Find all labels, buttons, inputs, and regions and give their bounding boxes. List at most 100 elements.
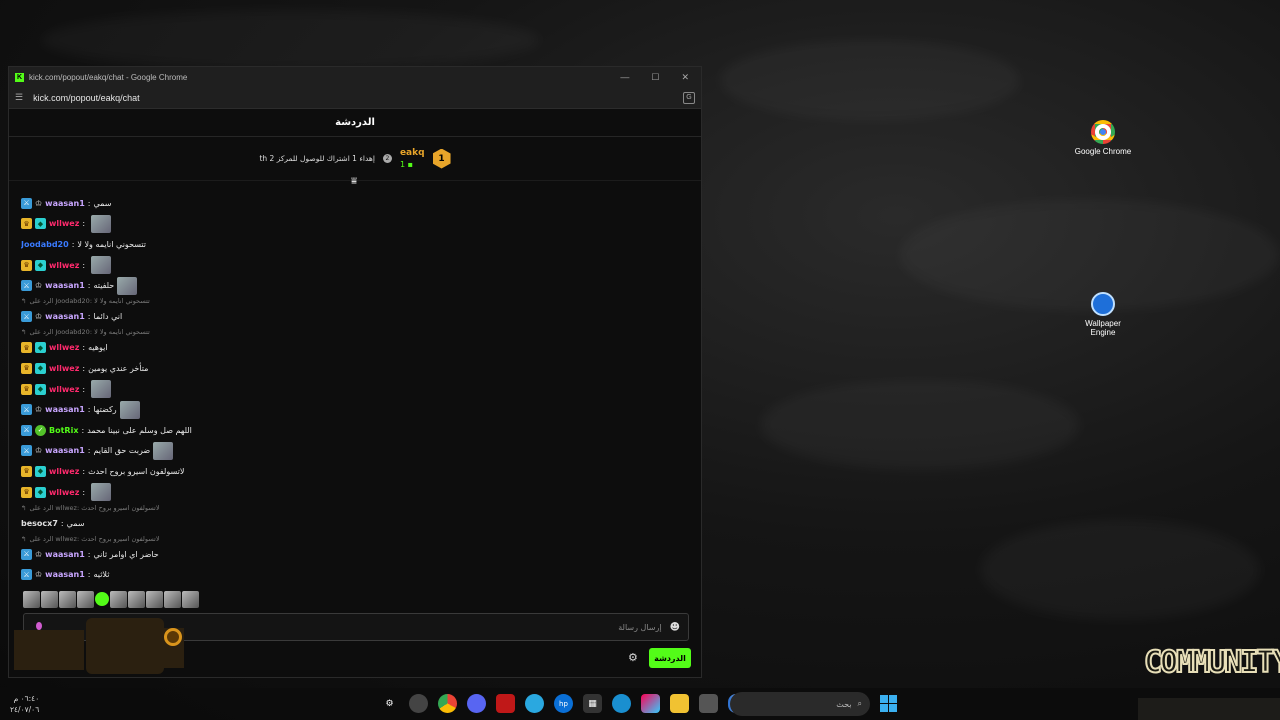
emote-icon[interactable] bbox=[110, 591, 127, 608]
github-desktop-icon[interactable] bbox=[409, 694, 428, 713]
hp-icon[interactable]: hp bbox=[554, 694, 573, 713]
chat-messages: ⚔ ♔ waasan1: سمي ♛ ◆ wllwez: Joodabd20: تتسحوني … bbox=[21, 193, 691, 589]
collapse-icon[interactable]: ⩸ bbox=[351, 176, 357, 187]
crown-badge-icon[interactable]: ♛ bbox=[21, 486, 32, 498]
sub-badge-icon[interactable]: ◆ bbox=[35, 465, 46, 477]
settings-icon[interactable]: ⚙ bbox=[380, 694, 399, 713]
mod-badge-icon[interactable]: ⚔ bbox=[21, 197, 32, 209]
chat-emote bbox=[119, 400, 140, 419]
chat-message: ⚔ ♔ waasan1: اني دائما bbox=[21, 306, 691, 327]
emote-icon[interactable] bbox=[59, 591, 76, 608]
separator: : bbox=[82, 260, 86, 270]
sub-badge-icon[interactable]: ◆ bbox=[35, 486, 46, 498]
chat-username[interactable]: waasan1 bbox=[45, 550, 85, 559]
site-settings-icon[interactable]: ☰ bbox=[15, 92, 23, 103]
chat-username[interactable]: waasan1 bbox=[45, 446, 85, 455]
chat-username[interactable]: wllwez bbox=[49, 219, 79, 228]
copilot-icon[interactable] bbox=[641, 694, 660, 713]
reply-text: الرد على wllwez: لاتسولفون اسيرو بروح اح… bbox=[29, 503, 160, 512]
chat-message-text: سمي bbox=[93, 198, 112, 208]
mod-badge-icon[interactable]: ⚔ bbox=[21, 569, 32, 581]
crown-badge-icon[interactable]: ♛ bbox=[21, 383, 32, 395]
mod-badge-icon[interactable]: ⚔ bbox=[21, 311, 32, 323]
chat-username[interactable]: waasan1 bbox=[45, 312, 85, 321]
mod-badge-icon[interactable]: ⚔ bbox=[21, 280, 32, 292]
file-explorer-icon[interactable] bbox=[670, 694, 689, 713]
emote-icon[interactable] bbox=[41, 591, 58, 608]
chat-message: ⚔ ♔ waasan1: ثلاثيه bbox=[21, 565, 691, 586]
sub-badge-icon[interactable]: ◆ bbox=[35, 218, 46, 230]
chat-message: ⚔ ♔ waasan1: ضربت حق القايم bbox=[21, 441, 691, 462]
crown-badge-icon[interactable]: ♛ bbox=[21, 465, 32, 477]
leader-username[interactable]: eakq bbox=[400, 148, 425, 159]
emote-icon[interactable] bbox=[146, 591, 163, 608]
sub-badge-icon[interactable]: ◆ bbox=[35, 362, 46, 374]
chat-username[interactable]: wllwez bbox=[49, 364, 79, 373]
chat-message: Joodabd20: تتسحوني انايمه ولا لا bbox=[21, 234, 691, 255]
crown-badge-icon[interactable]: ♛ bbox=[21, 342, 32, 354]
bot-badge-icon[interactable]: ✓ bbox=[35, 424, 46, 436]
chat-username[interactable]: waasan1 bbox=[45, 570, 85, 579]
chat-settings-gear-icon[interactable]: ⚙ bbox=[628, 651, 638, 664]
maximize-icon[interactable]: ☐ bbox=[651, 72, 659, 83]
crown-badge-icon[interactable]: ♛ bbox=[21, 259, 32, 271]
desktop-icon-chrome[interactable]: Google Chrome bbox=[1073, 120, 1133, 156]
emoji-picker-icon[interactable]: ☻ bbox=[670, 622, 680, 633]
chat-message-text: اللهم صل وسلم على نبينا محمد bbox=[87, 425, 192, 435]
mcafee-icon[interactable] bbox=[496, 694, 515, 713]
desktop-icon-wallpaper-engine[interactable]: Wallpaper Engine bbox=[1073, 292, 1133, 337]
taskbar-search[interactable]: بحث ⌕ bbox=[730, 692, 870, 716]
close-icon[interactable]: ✕ bbox=[681, 72, 689, 83]
reply-context: ↰ الرد على Joodabd20: تتسحوني انايمه ولا … bbox=[21, 327, 691, 338]
crown-badge-icon[interactable]: ♛ bbox=[21, 218, 32, 230]
emote-icon[interactable] bbox=[182, 591, 199, 608]
url-text[interactable]: kick.com/popout/eakq/chat bbox=[33, 93, 140, 103]
chat-username[interactable]: waasan1 bbox=[45, 405, 85, 414]
mod-badge-icon[interactable]: ⚔ bbox=[21, 548, 32, 560]
start-button-icon[interactable] bbox=[880, 695, 897, 712]
chat-username[interactable]: wllwez bbox=[49, 488, 79, 497]
kick-logo-icon: K bbox=[15, 72, 24, 82]
edge-icon[interactable] bbox=[612, 694, 631, 713]
translate-icon[interactable]: G bbox=[683, 91, 695, 104]
chat-username[interactable]: Joodabd20 bbox=[21, 240, 69, 249]
pinned-leaderboard[interactable]: إهداء 1 اشتراك للوصول للمركز 2 th 2 eakq… bbox=[9, 137, 701, 187]
sub-badge-icon[interactable]: ◆ bbox=[35, 383, 46, 395]
emote-icon[interactable] bbox=[164, 591, 181, 608]
emote-icon[interactable] bbox=[128, 591, 145, 608]
chat-username[interactable]: wllwez bbox=[49, 467, 79, 476]
chat-send-button[interactable]: الدردشة bbox=[649, 648, 691, 668]
reply-arrow-icon: ↰ bbox=[21, 328, 27, 337]
address-bar[interactable]: ☰ kick.com/popout/eakq/chat G bbox=[9, 87, 701, 109]
chat-username[interactable]: waasan1 bbox=[45, 199, 85, 208]
mod-badge-icon[interactable]: ⚔ bbox=[21, 445, 32, 457]
mod-badge-icon[interactable]: ⚔ bbox=[21, 404, 32, 416]
vpn-icon[interactable] bbox=[525, 694, 544, 713]
emote-icon[interactable] bbox=[77, 591, 94, 608]
mod-badge-icon[interactable]: ⚔ bbox=[21, 424, 32, 436]
store-icon[interactable]: ▦ bbox=[583, 694, 602, 713]
window-titlebar: K kick.com/popout/eakq/chat - Google Chr… bbox=[9, 67, 701, 87]
emote-icon[interactable] bbox=[95, 592, 109, 606]
chat-message: ♛ ◆ wllwez: لاتسولفون اسيرو بروح احدث bbox=[21, 461, 691, 482]
chat-username[interactable]: wllwez bbox=[49, 385, 79, 394]
discord-icon[interactable] bbox=[467, 694, 486, 713]
chat-emote bbox=[117, 276, 138, 295]
sub-badge-icon[interactable]: ◆ bbox=[35, 342, 46, 354]
separator: : bbox=[82, 384, 86, 394]
taskbar-clock[interactable]: ٠٦:٤٠ م ٢٤/٠٧/٠٦ bbox=[10, 693, 39, 715]
chat-username[interactable]: wllwez bbox=[49, 343, 79, 352]
chat-username[interactable]: besocx7 bbox=[21, 519, 58, 528]
chat-username[interactable]: wllwez bbox=[49, 261, 79, 270]
minimize-icon[interactable]: — bbox=[620, 72, 629, 83]
task-view-icon[interactable] bbox=[699, 694, 718, 713]
emote-icon[interactable] bbox=[23, 591, 40, 608]
chat-username[interactable]: BotRix bbox=[49, 426, 78, 435]
chat-username[interactable]: waasan1 bbox=[45, 281, 85, 290]
reply-context: ↰ الرد على wllwez: لاتسولفون اسيرو بروح ا… bbox=[21, 533, 691, 544]
chrome-taskbar-icon[interactable] bbox=[438, 694, 457, 713]
reply-arrow-icon: ↰ bbox=[21, 503, 27, 512]
sub-badge-icon[interactable]: ◆ bbox=[35, 259, 46, 271]
wallpaper-engine-icon bbox=[1091, 292, 1115, 316]
crown-badge-icon[interactable]: ♛ bbox=[21, 362, 32, 374]
